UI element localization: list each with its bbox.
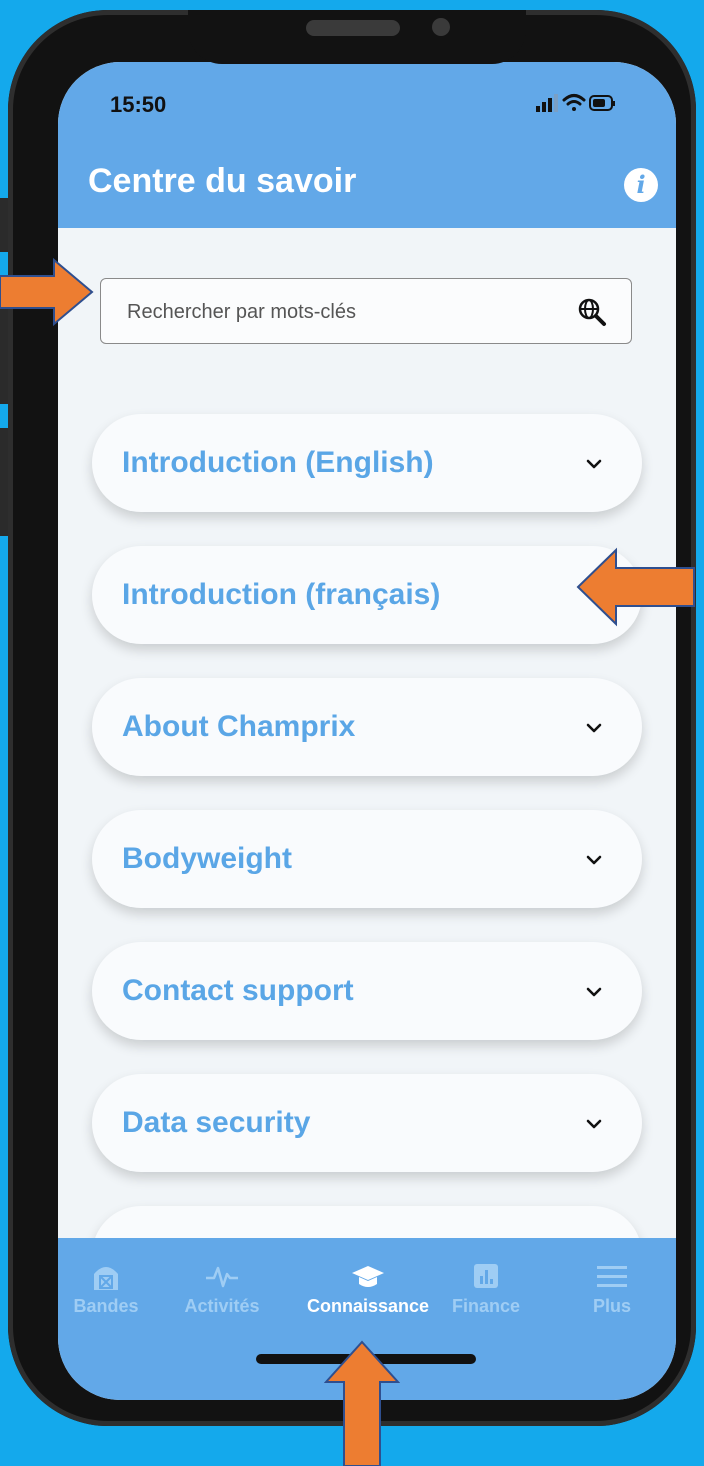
phone-screen: 15:50 Centre du savoir i Rechercher par …: [58, 62, 676, 1400]
tab-label: Bandes: [73, 1296, 139, 1316]
accordion-about-champrix[interactable]: About Champrix: [92, 678, 642, 776]
status-icons: [536, 94, 615, 112]
signal-icon: [536, 94, 558, 112]
app-header: 15:50 Centre du savoir i: [58, 62, 676, 228]
battery-icon: [589, 95, 615, 111]
tab-label: Finance: [451, 1296, 521, 1316]
search-input[interactable]: [125, 279, 559, 345]
info-icon[interactable]: i: [624, 168, 658, 202]
accordion-bodyweight[interactable]: Bodyweight: [92, 810, 642, 908]
tab-label: Connaissance: [306, 1296, 430, 1316]
accordion-label: Data security: [122, 1106, 311, 1139]
wifi-icon: [562, 94, 586, 111]
tab-bandes[interactable]: Bandes: [58, 1260, 166, 1317]
accordion-label: Contact support: [122, 974, 354, 1007]
page-title: Centre du savoir: [88, 162, 357, 200]
knowledge-topic-list: Introduction (English) Introduction (fra…: [92, 414, 642, 1338]
accordion-contact-support[interactable]: Contact support: [92, 942, 642, 1040]
tab-plus[interactable]: Plus: [552, 1260, 672, 1317]
bar-chart-icon: [474, 1264, 498, 1288]
tab-label: Plus: [592, 1296, 631, 1316]
accordion-data-security[interactable]: Data security: [92, 1074, 642, 1172]
tab-finance[interactable]: Finance: [426, 1260, 546, 1317]
status-time: 15:50: [110, 92, 167, 117]
accordion-introduction-francais[interactable]: Introduction (français): [92, 546, 642, 644]
accordion-introduction-english[interactable]: Introduction (English): [92, 414, 642, 512]
tab-activites[interactable]: Activités: [162, 1260, 282, 1317]
search-globe-icon[interactable]: [577, 297, 607, 327]
chevron-down-icon: [586, 855, 602, 865]
search-box: [100, 278, 632, 345]
menu-icon: [597, 1266, 627, 1287]
tab-label: Activités: [184, 1296, 260, 1316]
chevron-down-icon: [586, 723, 602, 733]
annotation-arrow-up-icon: [324, 1340, 400, 1466]
speaker-grille: [306, 20, 400, 36]
pulse-icon: [206, 1266, 238, 1288]
accordion-label: Introduction (français): [122, 578, 441, 611]
annotation-arrow-right-icon: [0, 257, 94, 327]
phone-frame: 15:50 Centre du savoir i Rechercher par …: [8, 10, 696, 1426]
accordion-label: Bodyweight: [122, 842, 292, 875]
front-camera: [432, 18, 450, 36]
accordion-label: About Champrix: [122, 710, 356, 743]
phone-notch: [188, 10, 526, 64]
tab-connaissance[interactable]: Connaissance: [306, 1260, 430, 1317]
graduation-cap-icon: [352, 1266, 384, 1287]
chevron-down-icon: [586, 459, 602, 469]
barn-icon: [94, 1267, 118, 1290]
chevron-down-icon: [586, 1119, 602, 1129]
accordion-label: Introduction (English): [122, 446, 434, 479]
annotation-arrow-left-icon: [576, 547, 695, 627]
chevron-down-icon: [586, 987, 602, 997]
